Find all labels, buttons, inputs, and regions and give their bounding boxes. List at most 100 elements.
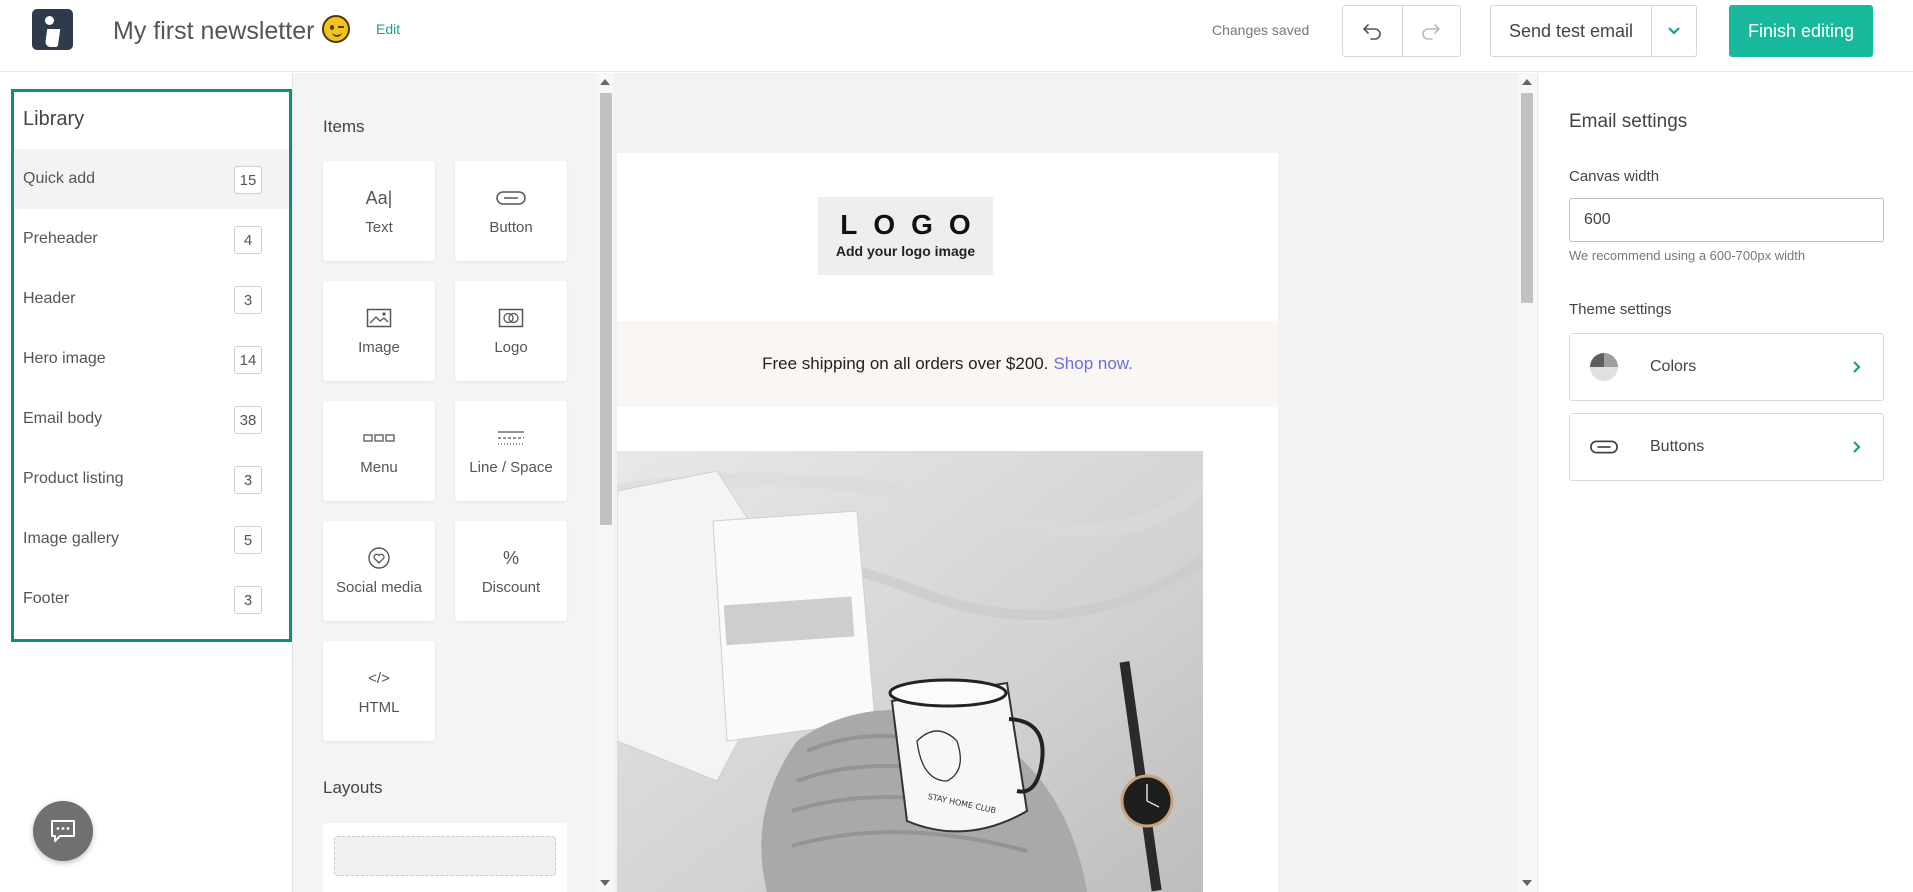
item-menu[interactable]: Menu: [323, 401, 435, 501]
undo-redo-group: [1342, 5, 1461, 57]
library-item-label: Preheader: [23, 230, 98, 247]
email-canvas-area: LOGO Add your logo image Free shipping o…: [613, 73, 1517, 892]
theme-colors-label: Colors: [1650, 358, 1697, 375]
item-label: Button: [489, 219, 533, 236]
item-label: HTML: [358, 699, 400, 716]
library-item-count: 5: [234, 526, 262, 554]
canvas-scrollbar[interactable]: [1517, 73, 1537, 892]
item-html[interactable]: </> HTML: [323, 641, 435, 741]
library-item-count: 3: [234, 466, 262, 494]
item-label: Image: [358, 339, 400, 356]
newsletter-title: My first newsletter: [113, 15, 351, 46]
send-test-dropdown-button[interactable]: [1651, 5, 1697, 57]
library-item-count: 3: [234, 286, 262, 314]
library-item-count: 38: [234, 406, 262, 434]
newsletter-title-text: My first newsletter: [113, 17, 315, 45]
undo-button[interactable]: [1343, 6, 1402, 56]
buttons-icon: [1590, 440, 1618, 454]
library-item-label: Image gallery: [23, 530, 120, 547]
image-icon: [366, 308, 392, 328]
html-icon: </>: [368, 669, 390, 687]
chat-support-button[interactable]: [33, 801, 93, 861]
library-item-preheader[interactable]: Preheader 4: [14, 209, 289, 269]
email-preview: LOGO Add your logo image Free shipping o…: [617, 153, 1278, 892]
logo-placeholder[interactable]: LOGO Add your logo image: [818, 197, 993, 275]
logo-icon: [498, 308, 524, 328]
library-item-count: 3: [234, 586, 262, 614]
items-scrollbar[interactable]: [597, 73, 613, 892]
library-item-hero-image[interactable]: Hero image 14: [14, 329, 289, 389]
library-item-label: Email body: [23, 410, 103, 427]
line-space-icon: [498, 431, 524, 445]
library-title: Library: [23, 108, 85, 130]
menu-icon: [363, 434, 395, 442]
library-item-product-listing[interactable]: Product listing 3: [14, 449, 289, 509]
item-label: Line / Space: [469, 459, 553, 476]
item-logo[interactable]: Logo: [455, 281, 567, 381]
theme-buttons-label: Buttons: [1650, 438, 1705, 455]
logo-placeholder-text: LOGO: [840, 209, 987, 240]
finish-editing-button[interactable]: Finish editing: [1729, 5, 1873, 57]
theme-settings-label: Theme settings: [1569, 301, 1672, 318]
layout-card[interactable]: [323, 823, 567, 892]
text-icon: Aa|: [365, 187, 393, 208]
send-test-email-button[interactable]: Send test email: [1490, 5, 1652, 57]
discount-icon: %: [502, 547, 519, 568]
item-label: Text: [365, 219, 393, 236]
item-discount[interactable]: % Discount: [455, 521, 567, 621]
redo-icon: [1422, 24, 1441, 40]
library-item-email-body[interactable]: Email body 38: [14, 389, 289, 449]
chevron-down-icon: [1668, 27, 1680, 35]
chevron-right-icon: [1853, 441, 1861, 453]
item-line-space[interactable]: Line / Space: [455, 401, 567, 501]
undo-icon: [1363, 24, 1381, 40]
app-logo[interactable]: [32, 9, 73, 50]
shipping-banner[interactable]: Free shipping on all orders over $200. S…: [617, 321, 1278, 407]
item-image[interactable]: Image: [323, 281, 435, 381]
library-item-label: Hero image: [23, 350, 106, 367]
redo-button[interactable]: [1401, 6, 1461, 56]
chat-icon: [51, 820, 75, 842]
canvas-width-input[interactable]: [1569, 198, 1884, 242]
social-media-icon: [368, 547, 390, 569]
library-item-label: Header: [23, 290, 76, 307]
chevron-right-icon: [1853, 361, 1861, 373]
library-item-label: Quick add: [23, 170, 96, 187]
item-label: Menu: [360, 459, 398, 476]
item-label: Social media: [336, 579, 422, 596]
canvas-width-label: Canvas width: [1569, 168, 1660, 185]
library-item-header[interactable]: Header 3: [14, 269, 289, 329]
item-label: Discount: [481, 579, 541, 596]
shop-now-link[interactable]: Shop now.: [1053, 354, 1132, 374]
items-title: Items: [323, 117, 365, 136]
library-item-image-gallery[interactable]: Image gallery 5: [14, 509, 289, 569]
library-item-count: 4: [234, 226, 262, 254]
layouts-title: Layouts: [323, 778, 383, 797]
wink-emoji-icon: [322, 15, 351, 43]
item-button[interactable]: Button: [455, 161, 567, 261]
theme-colors-row[interactable]: Colors: [1569, 333, 1884, 401]
library-item-quick-add[interactable]: Quick add 15: [14, 149, 289, 209]
canvas-width-hint: We recommend using a 600-700px width: [1569, 248, 1806, 263]
item-social-media[interactable]: Social media: [323, 521, 435, 621]
email-settings-panel: Email settings Canvas width We recommend…: [1537, 73, 1913, 892]
library-item-footer[interactable]: Footer 3: [14, 569, 289, 629]
library-panel: Library Quick add 15 Preheader 4 Header …: [11, 89, 292, 642]
save-status: Changes saved: [1212, 22, 1310, 38]
hero-image[interactable]: STAY HOME CLUB: [617, 451, 1203, 892]
theme-buttons-row[interactable]: Buttons: [1569, 413, 1884, 481]
items-panel: Items Aa| Text Button Image Logo Menu Li…: [292, 73, 597, 892]
library-item-count: 14: [234, 346, 262, 374]
top-bar: My first newsletter Edit Changes saved S…: [0, 0, 1913, 72]
library-item-count: 15: [234, 166, 262, 194]
settings-title: Email settings: [1569, 111, 1688, 132]
edit-title-link[interactable]: Edit: [376, 21, 400, 37]
logo-placeholder-subtext: Add your logo image: [835, 243, 976, 259]
library-item-label: Product listing: [23, 470, 124, 487]
colors-icon: [1590, 353, 1618, 381]
button-icon: [496, 191, 526, 205]
item-label: Logo: [494, 339, 528, 356]
item-text[interactable]: Aa| Text: [323, 161, 435, 261]
library-item-label: Footer: [23, 590, 70, 607]
shipping-text: Free shipping on all orders over $200.: [762, 354, 1049, 373]
